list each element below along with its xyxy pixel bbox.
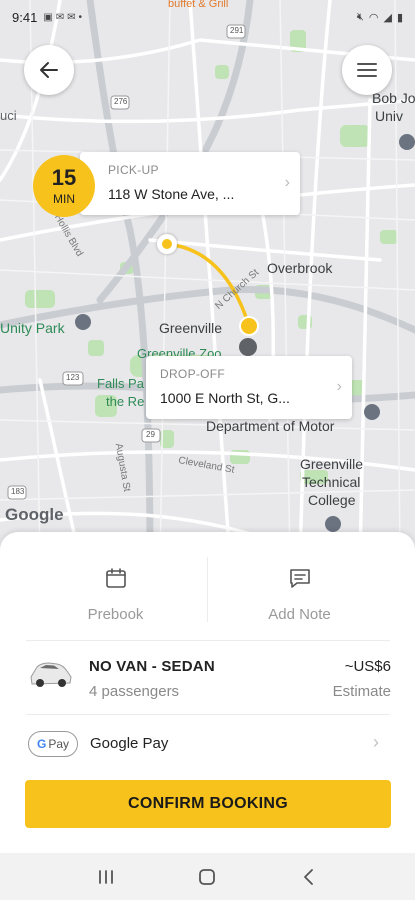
road-shield-276: 276 <box>114 97 128 106</box>
add-note-button[interactable]: Add Note <box>196 564 403 646</box>
battery-icon: ▮ <box>396 11 403 24</box>
dropoff-marker <box>239 316 259 336</box>
message-icon <box>289 569 310 588</box>
map-label-dmv: Department of Motor <box>206 418 335 434</box>
map-label-bob-jones: Bob Jo <box>372 90 415 106</box>
dropoff-address: 1000 E North St, G... <box>160 390 290 406</box>
dropoff-address-card[interactable]: DROP-OFF 1000 E North St, G... › <box>146 356 352 419</box>
map-label-greenville: Greenville <box>159 320 223 336</box>
car-icon <box>30 662 72 687</box>
menu-button[interactable] <box>342 45 392 95</box>
map-view[interactable]: buffet & Grill Overbrook Greenville Gree… <box>0 0 415 560</box>
map-label-gtc-2: Technical <box>302 474 361 490</box>
confirm-booking-button[interactable]: CONFIRM BOOKING <box>25 780 391 828</box>
map-label-bob-jones-2: Univ <box>375 108 404 124</box>
fare-estimate-label: Estimate <box>332 683 391 700</box>
vehicle-type: NO VAN - SEDAN <box>89 658 215 675</box>
chevron-right-icon: › <box>284 174 290 191</box>
road-shield-183: 183 <box>11 487 25 496</box>
pickup-address-card[interactable]: PICK-UP 118 W Stone Ave, ... › <box>80 152 300 215</box>
home-icon <box>199 868 216 885</box>
system-nav-bar <box>0 853 415 900</box>
eta-value: 15 <box>51 164 77 190</box>
map-label-overbrook: Overbrook <box>267 260 333 276</box>
eta-badge: 15 MIN <box>33 155 95 217</box>
recent-apps-icon <box>98 869 113 884</box>
map-label-gtc-3: College <box>308 492 356 508</box>
dropoff-label: DROP-OFF <box>160 367 226 381</box>
signal-icon: ◢ <box>383 11 392 24</box>
road-shield-123: 123 <box>66 373 80 382</box>
vehicle-selector[interactable]: NO VAN - SEDAN 4 passengers ~US$6 Estima… <box>0 642 415 714</box>
back-button[interactable] <box>24 45 74 95</box>
recent-apps-button[interactable] <box>76 857 136 897</box>
map-label-falls-park: Falls Pa <box>97 376 144 391</box>
wifi-icon: ◠ <box>368 11 379 24</box>
chevron-left-icon <box>304 868 314 885</box>
notification-icons: ▣✉✉• <box>43 11 86 23</box>
status-bar: 9:41 ▣✉✉• 🔇︎ ◠ ◢ ▮ <box>0 0 415 34</box>
status-time: 9:41 <box>12 9 38 25</box>
map-label-unity-park: Unity Park <box>0 320 65 336</box>
back-arrow-icon <box>40 62 58 78</box>
booking-sheet: Prebook Add Note NO VAN - SEDAN 4 passen… <box>0 532 415 853</box>
hamburger-menu-icon <box>357 63 377 77</box>
prebook-label: Prebook <box>87 606 144 623</box>
map-label-gtc-1: Greenville <box>300 456 364 472</box>
divider <box>26 640 390 641</box>
pickup-marker-center <box>162 239 172 249</box>
pickup-label: PICK-UP <box>108 163 159 177</box>
google-pay-badge-text: Pay <box>48 737 70 751</box>
google-pay-icon: G Pay <box>28 731 78 757</box>
calendar-icon <box>105 568 126 588</box>
fare-estimate: ~US$6 <box>344 658 391 675</box>
google-g: G <box>36 737 47 751</box>
mute-icon: 🔇︎ <box>356 10 364 23</box>
google-attribution: Google <box>5 505 64 524</box>
map-label-uci: uci <box>0 108 17 123</box>
chevron-right-icon: › <box>336 378 342 395</box>
payment-method-selector[interactable]: G Pay Google Pay › <box>0 714 415 774</box>
road-shield-29: 29 <box>146 430 155 439</box>
map-label-falls-park-2: the Re <box>106 394 145 409</box>
prebook-button[interactable]: Prebook <box>12 564 219 646</box>
home-button[interactable] <box>177 857 237 897</box>
pickup-address: 118 W Stone Ave, ... <box>108 186 235 202</box>
payment-method-label: Google Pay <box>90 735 169 752</box>
status-indicators: 🔇︎ ◠ ◢ ▮ <box>357 11 403 24</box>
system-back-button[interactable] <box>279 857 339 897</box>
chevron-right-icon: › <box>373 732 379 752</box>
add-note-label: Add Note <box>268 606 331 623</box>
eta-unit: MIN <box>53 191 75 206</box>
vehicle-capacity: 4 passengers <box>89 683 180 700</box>
